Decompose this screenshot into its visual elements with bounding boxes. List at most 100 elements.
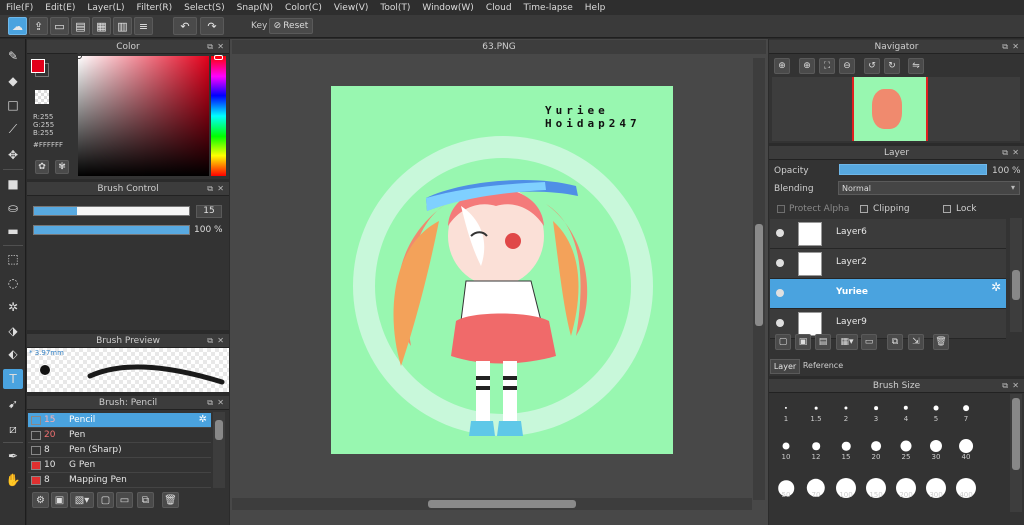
bucket-tool-icon[interactable]: ⛀ [3,198,23,218]
brush-size-cell[interactable]: 5 [922,396,950,424]
brush-item[interactable]: 10 G Pen [28,458,211,473]
hue-slider[interactable] [211,56,226,176]
canvas-vertical-scroll-thumb[interactable] [755,224,763,326]
move-tool-icon[interactable]: ✥ [3,145,23,165]
brush-size-cell[interactable]: 3 [862,396,890,424]
menu-select[interactable]: Select(S) [178,3,231,13]
menu-layer[interactable]: Layer(L) [81,3,130,13]
menu-edit[interactable]: Edit(E) [39,3,81,13]
layer-copy-icon[interactable]: ▤ [815,334,831,350]
layer-menu-icon[interactable]: ▦▾ [836,334,858,350]
eyedropper-icon[interactable]: ✒ [3,446,23,466]
layer-row[interactable]: Layer2 [770,249,1006,279]
brush-folder-icon[interactable]: ▭ [116,492,133,508]
fit-icon[interactable]: ⛶ [819,58,835,74]
brush-size-cell[interactable]: 200 [892,472,920,500]
chat-icon[interactable]: ▤ [71,17,90,35]
brush-item[interactable]: 8 Pen (Sharp) [28,443,211,458]
layer-list-scrollbar[interactable] [1010,218,1022,332]
rect-tool-icon[interactable]: □ [3,95,23,115]
brush-item[interactable]: 15 Pencil ✲ [28,413,211,428]
text-tool-icon[interactable]: T [3,369,23,389]
navigator-preview[interactable] [772,77,1020,141]
menu-view[interactable]: View(V) [328,3,375,13]
list-icon[interactable]: ≡ [134,17,153,35]
brush-export-icon[interactable]: ▢ [97,492,114,508]
brush-size-cell[interactable]: 300 [922,472,950,500]
grid-icon[interactable]: ▥ [113,17,132,35]
menu-cloud[interactable]: Cloud [480,3,518,13]
document-icon[interactable]: ▦ [92,17,111,35]
brush-size-cell[interactable]: 1 [772,396,800,424]
brush-size-cell[interactable]: 2 [832,396,860,424]
visibility-icon[interactable] [776,229,784,237]
brush-size-cell[interactable]: 7 [952,396,980,424]
layer-folder-icon[interactable]: ▭ [861,334,877,350]
brush-list-scrollbar[interactable] [213,412,225,488]
brush-tool-icon[interactable]: ✎ [3,46,23,66]
transparent-swatch[interactable] [35,90,49,104]
background-swatch[interactable] [31,59,45,73]
share-icon[interactable]: ⇪ [29,17,48,35]
clipping-checkbox[interactable] [860,205,868,213]
menu-help[interactable]: Help [579,3,612,13]
brush-size-cell[interactable]: 12 [802,434,830,462]
brush-menu-icon[interactable]: ▧▾ [70,492,94,508]
visibility-icon[interactable] [776,289,784,297]
line-tool-icon[interactable]: ⟋ [3,119,23,139]
new-layer-icon[interactable]: ▢ [775,334,791,350]
gradient-tool-icon[interactable]: ▬ [3,221,23,241]
brush-item[interactable]: 8 Mapping Pen [28,473,211,488]
brush-size-scrollbar[interactable] [1010,394,1022,512]
layer-row[interactable]: Yuriee [770,279,1006,309]
flip-icon[interactable]: ⇋ [908,58,924,74]
brush-settings-gear-icon[interactable]: ✲ [199,413,207,427]
menu-filter[interactable]: Filter(R) [131,3,179,13]
brush-size-cell[interactable]: 15 [832,434,860,462]
layer-settings-icon[interactable]: ✲ [991,280,1001,294]
zoom-in-icon[interactable]: ⊕ [774,58,790,74]
operation-tool-icon[interactable]: ➹ [3,394,23,414]
brush-size-cell[interactable]: 30 [922,434,950,462]
hand-tool-icon[interactable]: ✋ [3,470,23,490]
menu-timelapse[interactable]: Time-lapse [518,3,579,13]
brush-size-cell[interactable]: 4 [892,396,920,424]
layer-row[interactable]: Layer6 [770,219,1006,249]
swatch-palette-icon[interactable]: ✾ [55,160,69,174]
layer-delete-icon[interactable]: 🗑 [933,334,949,350]
menu-file[interactable]: File(F) [0,3,39,13]
divide-tool-icon[interactable]: ⧄ [3,419,23,439]
tab-reference[interactable]: Reference [800,359,846,374]
blending-select[interactable]: Normal ▾ [838,181,1020,195]
select-rect-icon[interactable]: ⬚ [3,249,23,269]
brush-size-cell[interactable]: 100 [832,472,860,500]
brush-size-cell[interactable]: 40 [952,434,980,462]
menu-tool[interactable]: Tool(T) [374,3,416,13]
menu-color[interactable]: Color(C) [279,3,328,13]
eraser-tool-icon[interactable]: ◆ [3,71,23,91]
comment-icon[interactable]: ▭ [50,17,69,35]
menu-window[interactable]: Window(W) [416,3,479,13]
layer-duplicate-icon[interactable]: ⧉ [887,334,903,350]
brush-size-cell[interactable]: 70 [802,472,830,500]
reset-button[interactable]: ⊘ Reset [269,18,313,34]
brush-add-icon[interactable]: ▣ [51,492,68,508]
saturation-value-picker[interactable] [78,56,209,176]
select-eraser-icon[interactable]: ⬖ [3,344,23,364]
undo-icon[interactable]: ↶ [173,17,197,35]
brush-size-cell[interactable]: 10 [772,434,800,462]
brush-size-cell[interactable]: 1.5 [802,396,830,424]
brush-size-cell[interactable]: 150 [862,472,890,500]
drawing-canvas[interactable]: Yuriee Hoidap247 [331,86,673,454]
layer-opacity-slider[interactable] [839,164,987,175]
layer-merge-icon[interactable]: ⇲ [908,334,924,350]
redo-icon[interactable]: ↷ [200,17,224,35]
protect-alpha-checkbox[interactable] [777,205,785,213]
brush-item[interactable]: 20 Pen [28,428,211,443]
canvas-horizontal-scroll-thumb[interactable] [428,500,576,508]
rotate-right-icon[interactable]: ↻ [884,58,900,74]
cloud-icon[interactable]: ☁ [8,17,27,35]
document-tab[interactable]: 63.PNG [232,40,766,54]
lock-checkbox[interactable] [943,205,951,213]
visibility-icon[interactable] [776,259,784,267]
